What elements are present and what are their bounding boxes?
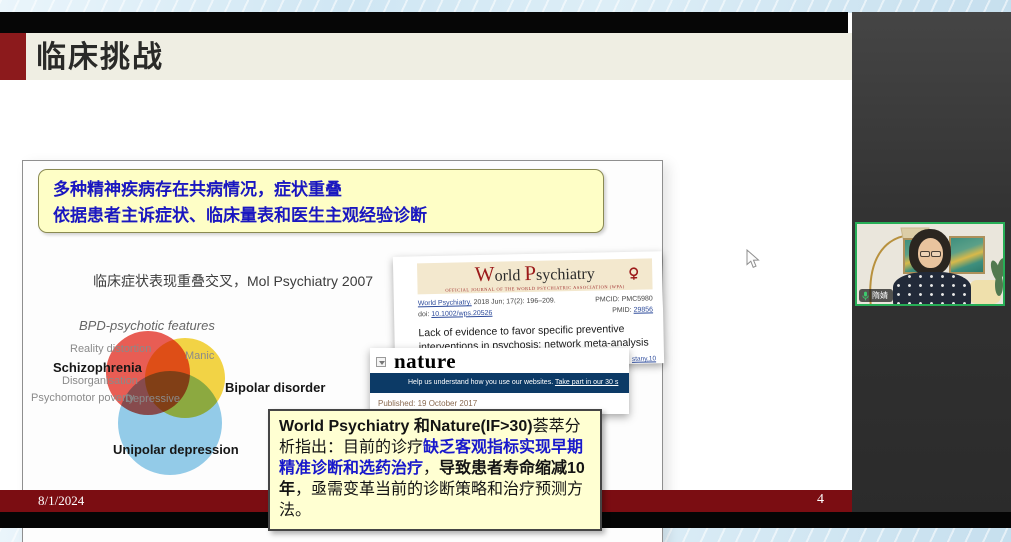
venn-label-unipolar-depression: Unipolar depression <box>113 442 239 457</box>
venn-label-bipolar-disorder: Bipolar disorder <box>225 380 325 395</box>
slide-content-frame: 多种精神疾病存在共病情况，症状重叠 依据患者主诉症状、临床量表和医生主观经验诊断… <box>22 160 663 542</box>
slide-body: 多种精神疾病存在共病情况，症状重叠 依据患者主诉症状、临床量表和医生主观经验诊断… <box>0 80 852 490</box>
venn-label-depressive: Depressive <box>125 393 180 405</box>
nature-cookie-banner: Help us understand how you use our websi… <box>370 373 629 393</box>
world-psychiatry-authors-snippet: stany,10 <box>632 355 656 363</box>
footer-page-number: 4 <box>817 492 824 508</box>
pmid-label: PMID: <box>612 306 634 313</box>
pmcid-value: PMCID: PMC5980 <box>595 294 653 306</box>
highlight-line-2: 依据患者主诉症状、临床量表和医生主观经验诊断 <box>53 203 589 229</box>
citation-rest: 2018 Jun; 17(2): 196–209. <box>472 297 556 306</box>
title-accent-block <box>0 33 26 80</box>
chevron-down-icon[interactable] <box>376 357 386 367</box>
world-psychiatry-masthead: World Psychiatry OFFICIAL JOURNAL OF THE… <box>417 258 653 294</box>
venn-label-psychomotor-poverty: Psychomotor poverty <box>31 392 134 404</box>
citation-journal-link[interactable]: World Psychiatry. <box>418 299 472 307</box>
wall-painting-right <box>949 236 985 274</box>
slide-title: 临床挑战 <box>36 33 164 80</box>
venn-caption: 临床症状表现重叠交叉，Mol Psychiatry 2007 <box>93 271 373 291</box>
participant-name: 隋婧 <box>872 289 888 302</box>
annotation-text-box: World Psychiatry 和Nature(IF>30)荟萃分析指出：目前… <box>268 409 602 531</box>
highlight-text-box: 多种精神疾病存在共病情况，症状重叠 依据患者主诉症状、临床量表和医生主观经验诊断 <box>38 169 604 233</box>
video-sidebar-panel: 隋婧 <box>852 12 1011 512</box>
venn-label-manic: Manic <box>185 350 214 362</box>
slide-title-band: 临床挑战 <box>0 33 852 80</box>
nature-published-date: Published: 19 October 2017 <box>378 399 629 408</box>
participant-video-tile[interactable]: 隋婧 <box>855 222 1005 306</box>
world-psychiatry-citation: World Psychiatry. 2018 Jun; 17(2): 196–2… <box>418 294 653 320</box>
venn-label-reality-distortion: Reality distortion <box>70 343 151 355</box>
nature-screenshot: nature Help us understand how you use ou… <box>370 348 629 414</box>
pmid-link[interactable]: 29856 <box>633 306 653 313</box>
nature-banner-text: Help us understand how you use our websi… <box>408 379 555 386</box>
participant-name-badge: 隋婧 <box>859 289 893 302</box>
microphone-icon <box>862 291 869 301</box>
venn-label-disorganisation: Disorganisation <box>62 375 138 387</box>
doi-link[interactable]: 10.1002/wps.20526 <box>431 309 492 317</box>
mouse-cursor-icon <box>746 249 760 274</box>
nature-banner-link[interactable]: Take part in our 30 s <box>555 379 618 386</box>
slide-top-black-bar <box>0 12 848 33</box>
wpa-logo-icon <box>627 267 640 286</box>
nature-logo: nature <box>394 349 456 374</box>
shared-slide: 临床挑战 多种精神疾病存在共病情况，症状重叠 依据患者主诉症状、临床量表和医生主… <box>0 12 852 528</box>
venn-label-schizophrenia: Schizophrenia <box>53 360 142 375</box>
nature-header: nature <box>370 348 629 373</box>
house-plant <box>992 258 1005 302</box>
participant-glasses <box>920 251 941 257</box>
doi-label: doi: <box>418 311 431 318</box>
venn-label-bpd: BPD-psychotic features <box>79 318 215 333</box>
highlight-line-1: 多种精神疾病存在共病情况，症状重叠 <box>53 177 589 203</box>
meeting-app-window: 临床挑战 多种精神疾病存在共病情况，症状重叠 依据患者主诉症状、临床量表和医生主… <box>0 0 1011 542</box>
participant-body <box>893 272 971 306</box>
